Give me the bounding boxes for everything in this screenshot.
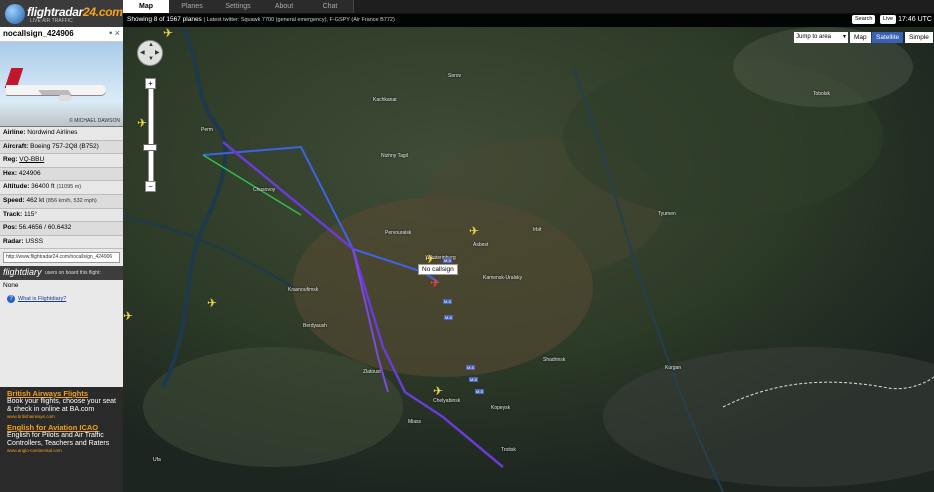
- plane-icon[interactable]: ✈: [433, 385, 443, 397]
- city-label: Krasnoufimsk: [288, 287, 319, 293]
- plane-icon[interactable]: ✈: [207, 297, 217, 309]
- city-label: Zlatoust: [363, 369, 381, 375]
- map-type-satellite[interactable]: Satellite: [872, 32, 904, 43]
- highway-shield: M-5: [443, 258, 452, 263]
- callsign-title: nocallsign_424906: [3, 29, 74, 38]
- panel-controls: • ×: [109, 28, 120, 38]
- plane-icon[interactable]: ✈: [123, 310, 133, 322]
- tab-chat[interactable]: Chat: [307, 0, 354, 13]
- flight-url-field[interactable]: http://www.flightradar24.com/nocallsign_…: [3, 252, 120, 264]
- aircraft-photo[interactable]: © MICHAEL DAWSON: [0, 42, 123, 127]
- flightdiary-bar: flightdiary users on board this flight:: [0, 266, 123, 281]
- info-icon: ?: [7, 295, 15, 304]
- status-bar: Showing 8 of 1567 planes | Latest twitte…: [123, 13, 934, 27]
- highway-shield: M-5: [469, 377, 478, 382]
- field-airline: Airline: Nordwind Airlines: [0, 127, 123, 141]
- city-label: Perm: [201, 127, 213, 133]
- field-altitude: Altitude: 36400 ft (11095 m): [0, 181, 123, 195]
- highway-shield: M-5: [444, 315, 453, 320]
- pan-control[interactable]: ▲ ▼ ◀ ▶: [137, 40, 163, 66]
- jump-to-area-select[interactable]: Jump to area: [794, 32, 848, 43]
- field-aircraft: Aircraft: Boeing 757-2Q8 (B752): [0, 140, 123, 155]
- tab-map[interactable]: Map: [123, 0, 170, 13]
- close-icon[interactable]: ×: [115, 28, 120, 38]
- twitter-news[interactable]: | Latest twitter: Squawk 7700 (general e…: [204, 17, 395, 23]
- tab-about[interactable]: About: [261, 0, 308, 13]
- engine-shape: [58, 95, 72, 101]
- tab-planes[interactable]: Planes: [169, 0, 216, 13]
- field-hex: Hex: 424906: [0, 167, 123, 182]
- live-button[interactable]: Live: [880, 15, 897, 24]
- field-radar: Radar: USSS: [0, 235, 123, 250]
- highway-shield: M-5: [466, 365, 475, 370]
- globe-icon: [5, 4, 25, 24]
- search-button[interactable]: Search: [852, 15, 876, 24]
- top-nav: Map Planes Settings About Chat: [123, 0, 934, 14]
- zoom-out-button[interactable]: −: [145, 181, 156, 192]
- flight-details: Airline: Nordwind Airlines Aircraft: Boe…: [0, 127, 123, 250]
- zoom-slider-thumb[interactable]: [143, 144, 157, 151]
- city-label: Berdyaush: [303, 323, 327, 329]
- selected-plane-icon[interactable]: ✈: [430, 277, 440, 289]
- city-label: Nizhny Tagil: [381, 153, 408, 159]
- city-label: Asbest: [473, 242, 489, 248]
- map-type-simple[interactable]: Simple: [905, 32, 933, 43]
- city-label: Pervouralsk: [385, 230, 412, 236]
- plane-callsign-popup[interactable]: No callsign: [418, 264, 458, 275]
- city-label: Chusovoy: [253, 187, 276, 193]
- field-reg: Reg: VQ-BBU: [0, 154, 123, 168]
- city-label: Shadrinsk: [543, 357, 566, 363]
- ads-panel: British Airways Flights Book your flight…: [0, 387, 123, 492]
- highway-shield: M-5: [443, 299, 452, 304]
- planes-count: Showing 8 of 1567 planes: [127, 16, 202, 23]
- plane-icon[interactable]: ✈: [163, 27, 173, 39]
- city-label: Kamensk-Uralsky: [483, 275, 523, 281]
- flightdiary-text: users on board this flight:: [45, 270, 101, 277]
- city-label: Tobolsk: [813, 91, 830, 97]
- zoom-slider[interactable]: [148, 88, 154, 182]
- map-type-map[interactable]: Map: [850, 32, 871, 43]
- city-label: Tyumen: [658, 211, 676, 217]
- logo-text: flightradar24.com: [27, 5, 123, 19]
- plane-icon[interactable]: ✈: [469, 225, 479, 237]
- city-label: Irbit: [533, 227, 542, 233]
- city-label: Ufa: [153, 457, 161, 463]
- city-label: Serov: [448, 73, 462, 79]
- city-label: Miass: [408, 419, 422, 425]
- passengers-none: None: [0, 280, 123, 293]
- reg-link[interactable]: VQ-BBU: [19, 156, 44, 163]
- city-label: Kurgan: [665, 365, 682, 371]
- city-label: Troitsk: [501, 447, 516, 453]
- field-pos: Pos: 56.4656 / 60.6432: [0, 222, 123, 236]
- flight-info-panel: nocallsign_424906 • × © MICHAEL DAWSON A…: [0, 27, 123, 492]
- city-label: Kachkanar: [373, 97, 397, 103]
- city-label: Kopeysk: [491, 405, 511, 411]
- field-track: Track: 115°: [0, 208, 123, 223]
- field-speed: Speed: 462 kt (856 km/h, 532 mph): [0, 194, 123, 209]
- ad-english-aviation[interactable]: English for Aviation ICAO English for Pi…: [0, 421, 123, 455]
- utc-clock: 17:46 UTC: [898, 16, 932, 23]
- ad-british-airways[interactable]: British Airways Flights Book your flight…: [0, 387, 123, 421]
- status-text: Showing 8 of 1567 planes | Latest twitte…: [127, 16, 395, 23]
- logo-tagline: LIVE AIR TRAFFIC: [30, 18, 73, 24]
- what-is-flightdiary-link[interactable]: ? What is Flightdiary?: [0, 292, 123, 306]
- city-label: Chelyabinsk: [433, 398, 461, 404]
- highway-shield: M-5: [475, 389, 484, 394]
- flightradar-logo[interactable]: flightradar24.com LIVE AIR TRAFFIC: [0, 0, 123, 27]
- panel-header: nocallsign_424906 • ×: [0, 27, 123, 42]
- flightdiary-logo[interactable]: flightdiary: [3, 267, 42, 277]
- photo-credit: © MICHAEL DAWSON: [69, 118, 120, 124]
- plane-icon[interactable]: ✈: [137, 117, 147, 129]
- tab-settings[interactable]: Settings: [215, 0, 262, 13]
- satellite-map[interactable]: ▲▼ ◀▶ + − Jump to area Map Satellite Sim…: [123, 27, 934, 492]
